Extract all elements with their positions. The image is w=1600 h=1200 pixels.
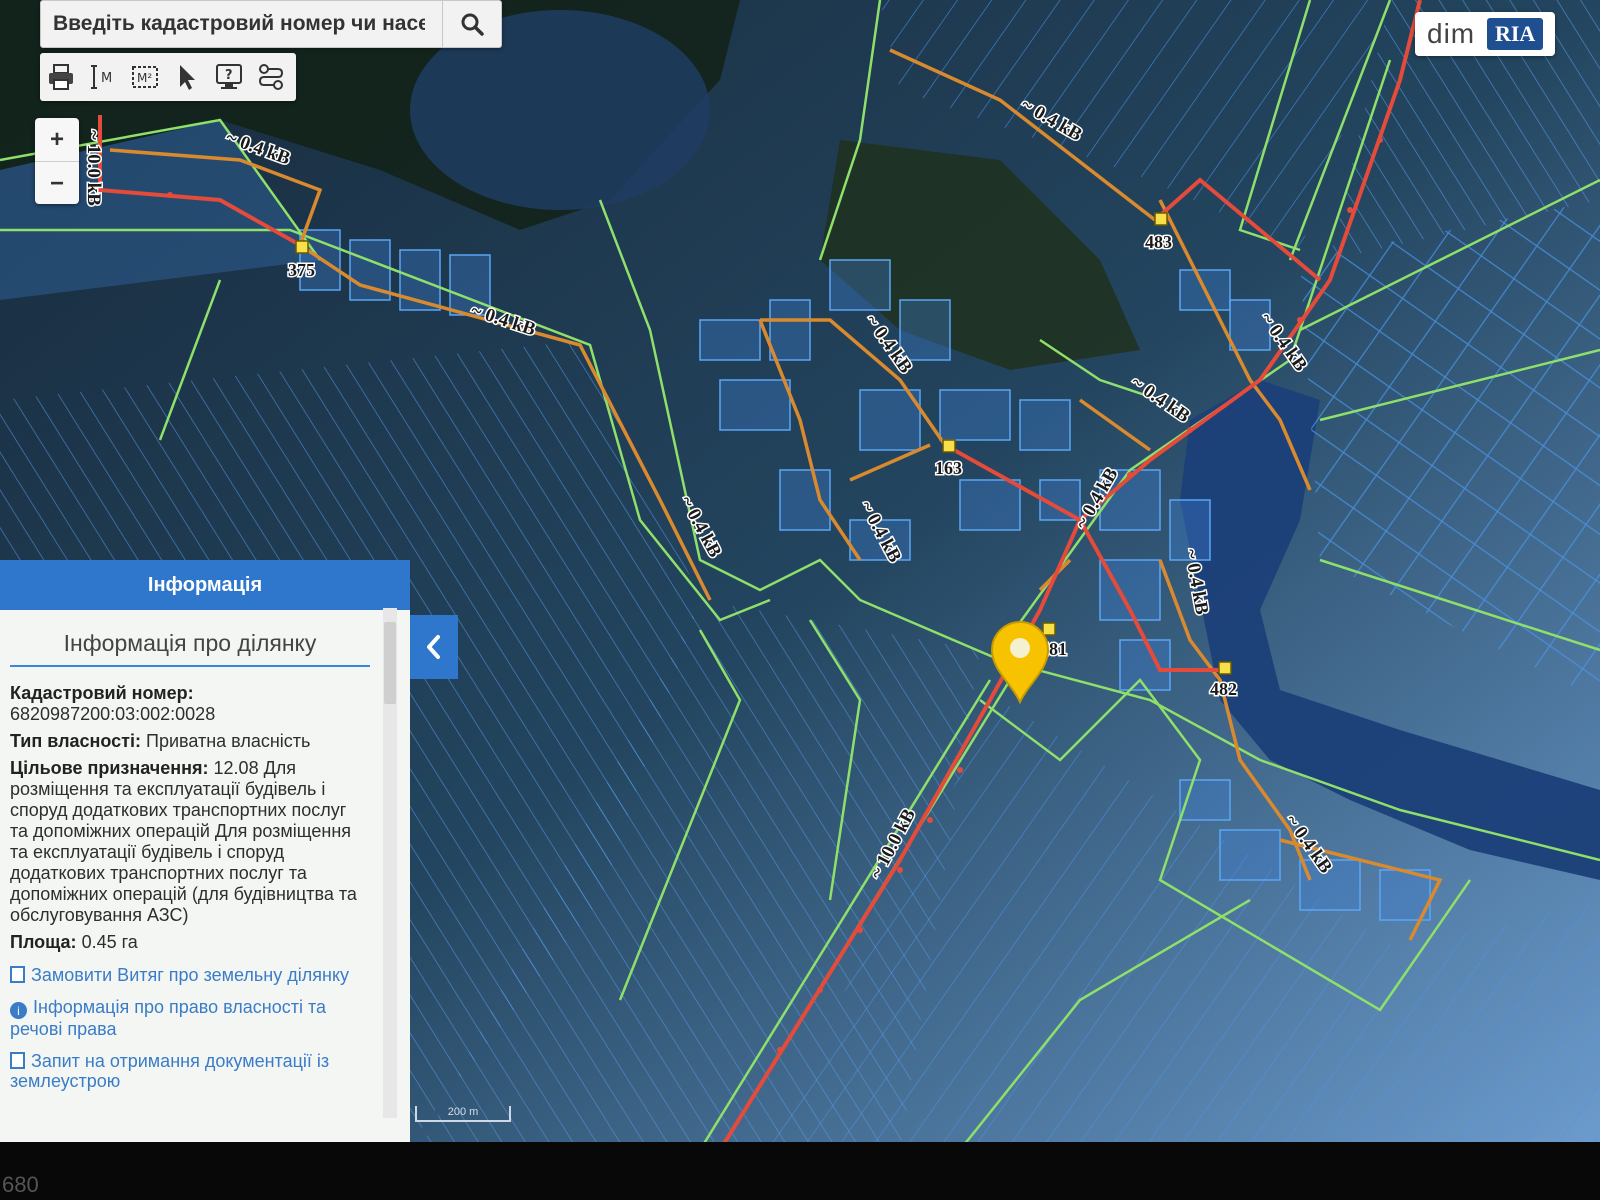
dimria-logo: dim RIA	[1415, 12, 1555, 56]
svg-text:M²: M²	[137, 71, 152, 85]
info-icon: i	[10, 1002, 27, 1019]
scroll-thumb[interactable]	[384, 622, 396, 704]
substation-163[interactable]	[942, 439, 956, 453]
zoom-out-button[interactable]: −	[35, 162, 79, 205]
purpose-row: Цільове призначення: 12.08 Для розміщенн…	[10, 758, 365, 926]
cadastral-number-value: 6820987200:03:002:0028	[10, 704, 216, 724]
ownership-label: Тип власності:	[10, 731, 141, 751]
panel-header: Інформація	[0, 560, 410, 610]
logo-dim-text: dim	[1427, 18, 1476, 49]
print-icon	[49, 64, 73, 90]
substation-label: 483	[1145, 232, 1172, 252]
cadastral-number-label: Кадастровий номер:	[10, 683, 194, 703]
info-panel: Інформація Інформація про ділянку Кадаст…	[0, 560, 410, 1145]
search-button[interactable]	[442, 1, 501, 47]
substation-481[interactable]	[1042, 622, 1056, 636]
panel-body: Інформація про ділянку Кадастровий номер…	[0, 610, 410, 1145]
purpose-label: Цільове призначення:	[10, 758, 209, 778]
search-icon	[461, 13, 484, 36]
measure-line-button[interactable]: M	[82, 55, 124, 99]
cadastral-number-row: Кадастровий номер: 6820987200:03:002:002…	[10, 683, 365, 725]
bezel-number: 680	[2, 1172, 39, 1197]
panel-subtitle: Інформація про ділянку	[10, 624, 370, 667]
document-icon	[10, 1052, 25, 1069]
area-value: 0.45 га	[81, 932, 138, 952]
search-bar	[40, 0, 502, 48]
substation-483[interactable]	[1154, 212, 1168, 226]
logo-ria-badge: RIA	[1487, 18, 1544, 50]
zoom-control: + −	[35, 118, 79, 204]
help-button[interactable]: ?	[208, 55, 250, 99]
document-icon	[10, 966, 25, 983]
purpose-value: 12.08 Для розміщення та експлуатації буд…	[10, 758, 357, 925]
measure-area-icon: M²	[132, 66, 158, 88]
substation-375[interactable]	[295, 240, 309, 254]
measure-line-icon: M	[91, 65, 112, 89]
ownership-value: Приватна власність	[146, 731, 311, 751]
substation-482[interactable]	[1218, 661, 1232, 675]
screen-bezel	[0, 1142, 1600, 1200]
select-button[interactable]	[166, 55, 208, 99]
select-cursor-icon	[180, 65, 195, 90]
area-label: Площа:	[10, 932, 77, 952]
route-button[interactable]	[250, 55, 292, 99]
measure-area-button[interactable]: M²	[124, 55, 166, 99]
scale-bar: 200 m	[415, 1106, 511, 1122]
search-input[interactable]	[41, 1, 437, 47]
collapse-panel-button[interactable]	[410, 615, 458, 679]
substation-label: 482	[1210, 679, 1237, 699]
print-button[interactable]	[40, 55, 82, 99]
help-screen-icon: ?	[216, 64, 242, 89]
ownership-info-link[interactable]: i Інформація про право власності та речов…	[10, 997, 365, 1039]
ownership-row: Тип власності: Приватна власність	[10, 731, 365, 752]
panel-scrollbar[interactable]	[383, 608, 397, 1118]
svg-text:?: ?	[225, 68, 233, 83]
documentation-request-link[interactable]: Запит на отримання документації із земле…	[10, 1051, 365, 1091]
substation-label: 375	[288, 260, 315, 280]
route-icon	[258, 64, 284, 90]
zoom-in-button[interactable]: +	[35, 118, 79, 162]
map-toolbar: M M² ?	[40, 53, 296, 101]
line-label: ~ 10.0 kB	[83, 130, 104, 206]
area-row: Площа: 0.45 га	[10, 932, 365, 953]
substation-label: 163	[935, 458, 962, 478]
order-extract-link[interactable]: Замовити Витяг про земельну ділянку	[10, 965, 365, 985]
svg-text:M: M	[101, 71, 112, 86]
chevron-left-icon	[427, 635, 440, 659]
